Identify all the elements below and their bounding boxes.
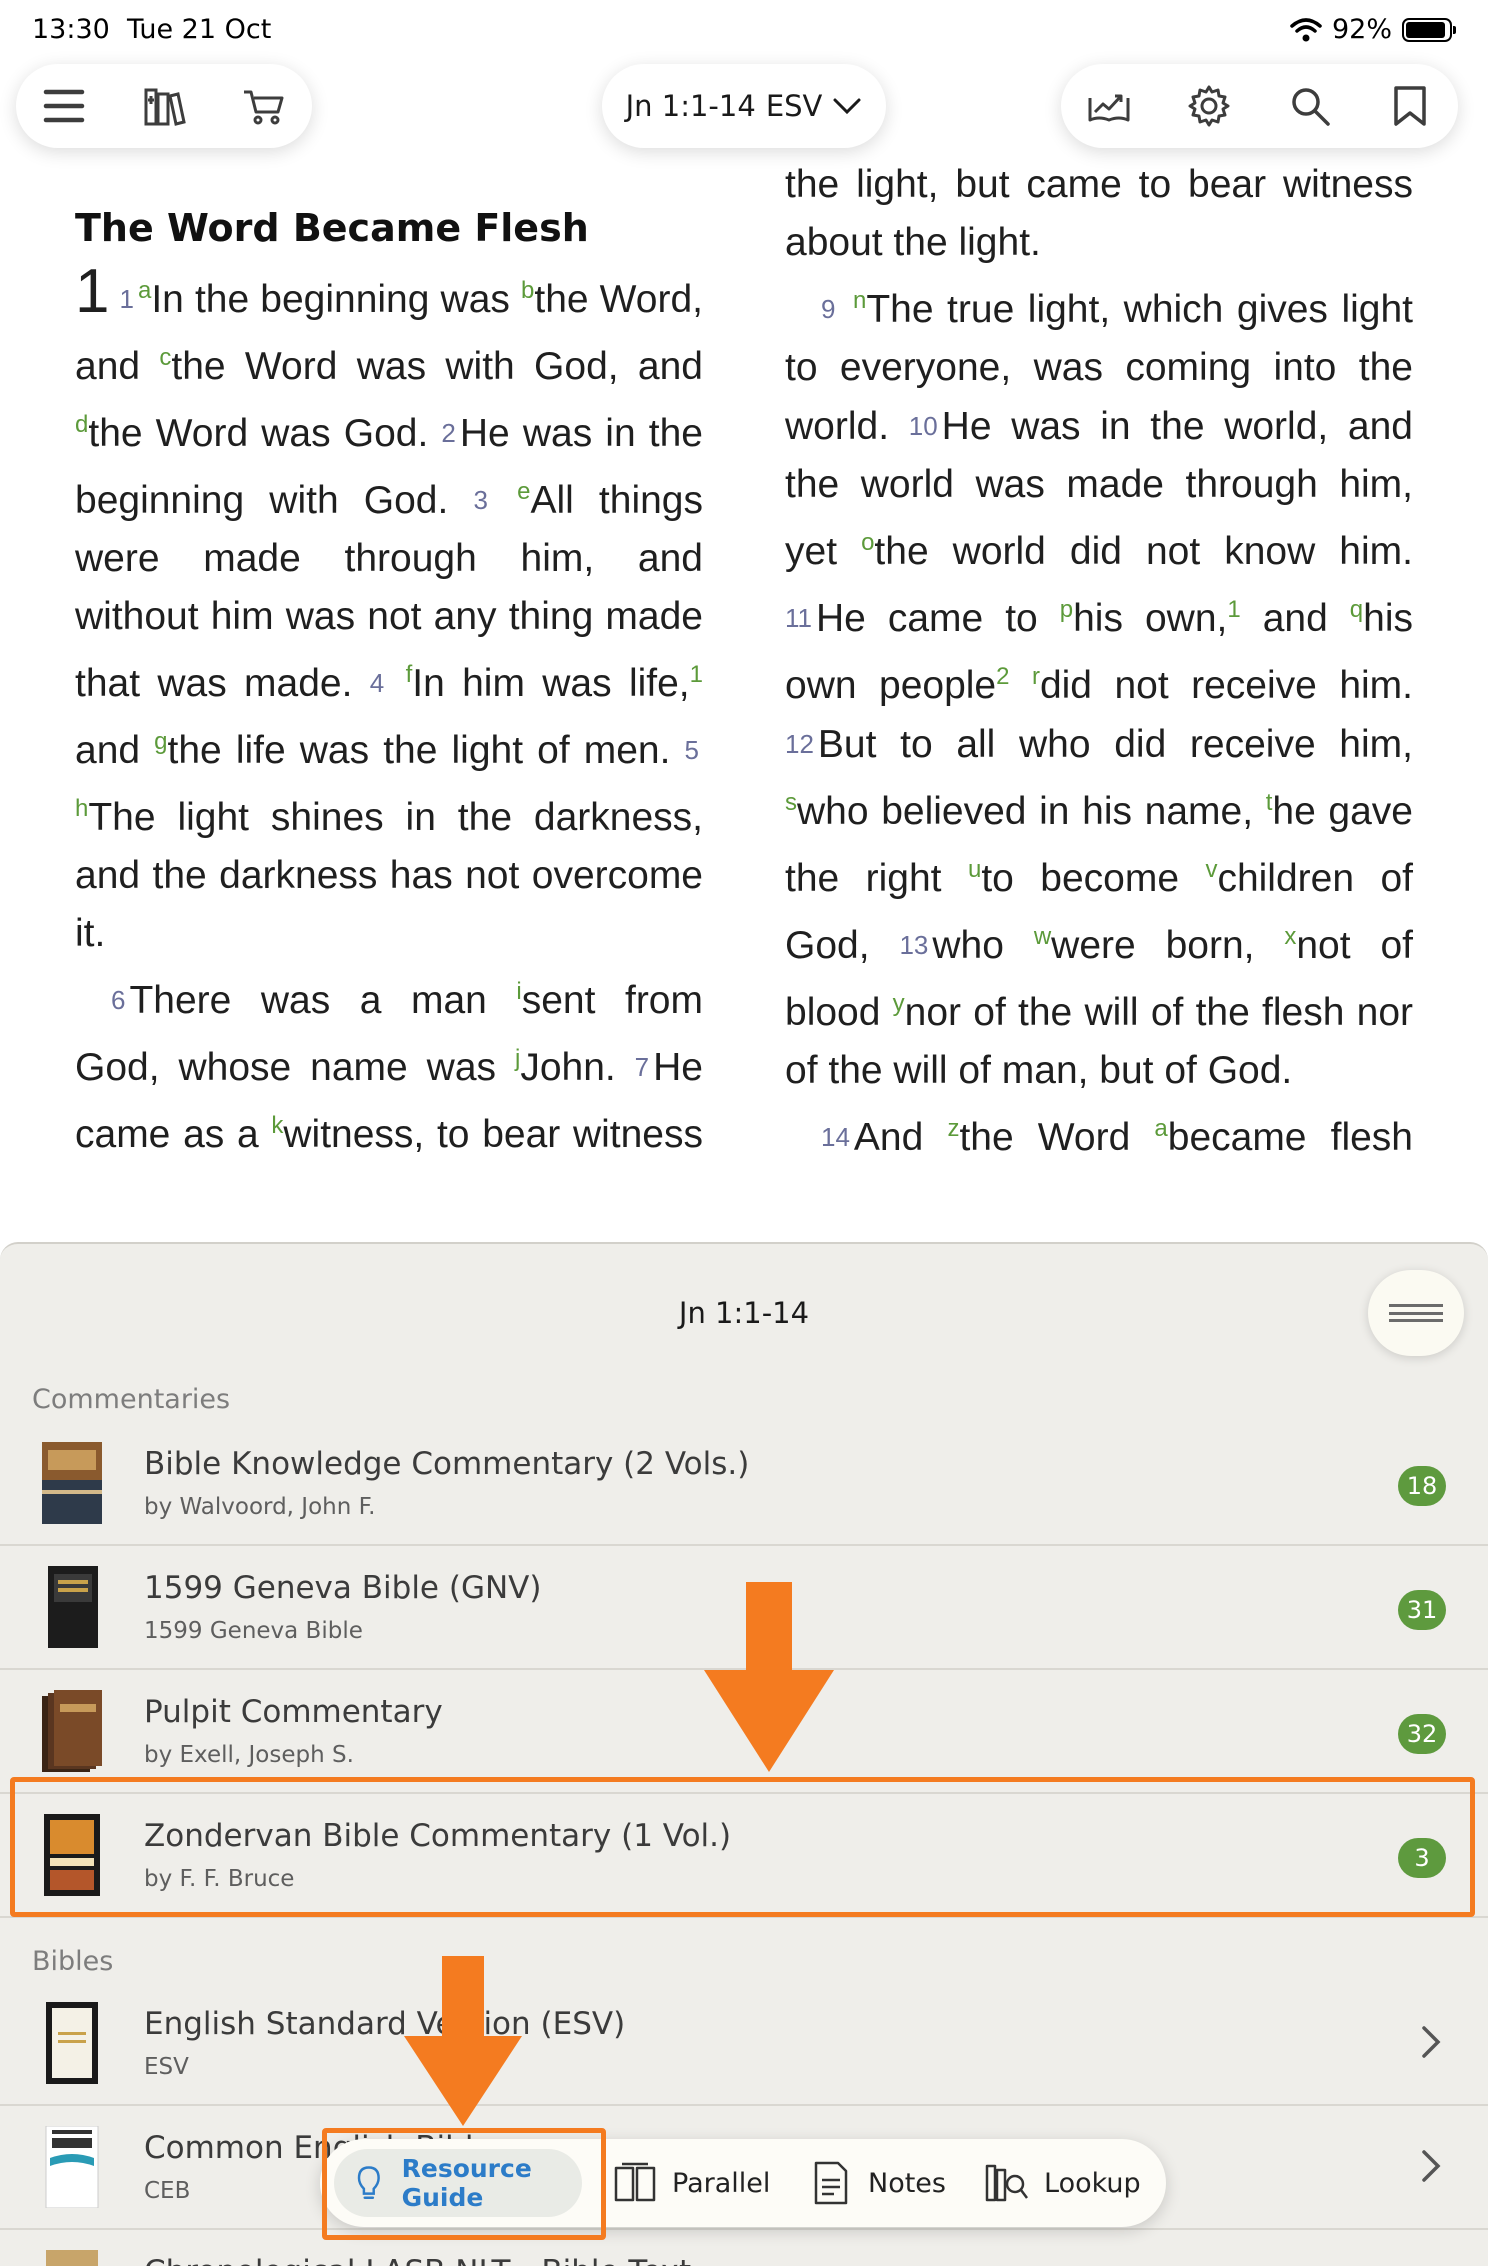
book-cover-icon — [46, 2002, 98, 2084]
book-cover-icon — [42, 1690, 102, 1772]
tab-notes[interactable]: Notes — [808, 2139, 946, 2227]
highlight-box-tab — [322, 2128, 606, 2240]
reference-label: Jn 1:1-14 — [625, 89, 756, 123]
chapter-number: 1 — [75, 257, 110, 326]
book-cover-icon — [42, 1442, 102, 1524]
panel-title: Jn 1:1-14 — [678, 1296, 810, 1330]
notes-icon — [814, 2161, 848, 2205]
version-label: ESV — [765, 89, 823, 123]
count-badge: 31 — [1398, 1590, 1446, 1630]
list-item[interactable]: Bible Knowledge Commentary (2 Vols.) by … — [0, 1422, 1488, 1546]
menu-icon[interactable] — [40, 82, 88, 130]
toolbar-left — [16, 64, 312, 148]
battery-percent: 92% — [1331, 14, 1392, 45]
section-heading: The Word Became Flesh — [75, 206, 589, 250]
tab-lookup[interactable]: Lookup — [984, 2139, 1141, 2227]
drag-handle-icon — [1389, 1304, 1443, 1322]
section-label-bibles: Bibles — [32, 1946, 114, 1977]
parallel-books-icon — [614, 2162, 656, 2202]
reference-selector[interactable]: Jn 1:1-14 ESV — [602, 64, 886, 148]
search-icon[interactable] — [1286, 82, 1334, 130]
reading-plan-icon[interactable] — [1085, 82, 1133, 130]
passage-column-right: the light, but came to bear witness abou… — [785, 163, 1414, 1226]
tab-parallel[interactable]: Parallel — [612, 2139, 770, 2227]
wifi-icon — [1290, 17, 1322, 41]
count-badge: 32 — [1398, 1714, 1446, 1754]
count-badge: 18 — [1398, 1466, 1446, 1506]
arrow-down-icon — [704, 1582, 834, 1772]
passage-column-left: 1 1 aIn the beginning was bthe Word, and c… — [75, 257, 704, 1291]
panel-menu-button[interactable] — [1368, 1270, 1464, 1356]
book-cover-icon — [48, 1566, 98, 1648]
library-icon[interactable] — [140, 82, 188, 130]
section-label-commentaries: Commentaries — [32, 1384, 231, 1415]
book-cover-icon — [45, 2126, 99, 2208]
chevron-down-icon — [833, 98, 861, 115]
status-time: 13:30 Tue 21 Oct — [32, 14, 272, 45]
bookmark-icon[interactable] — [1386, 82, 1434, 130]
cart-icon[interactable] — [240, 82, 288, 130]
list-item[interactable]: Chronological LASB NLT - Bible Text — [0, 2230, 1488, 2266]
toolbar-right — [1061, 64, 1458, 148]
highlight-box-row — [10, 1777, 1475, 1917]
lookup-icon — [985, 2164, 1028, 2202]
text-mask — [0, 1178, 1488, 1238]
chevron-right-icon — [1422, 2150, 1441, 2182]
chevron-right-icon — [1422, 2026, 1441, 2058]
settings-gear-icon[interactable] — [1185, 82, 1233, 130]
list-item[interactable]: English Standard Version (ESV) ESV — [0, 1982, 1488, 2106]
battery-icon — [1402, 17, 1456, 42]
status-indicators: 92% — [1290, 14, 1456, 45]
arrow-down-icon — [404, 1956, 522, 2126]
book-cover-icon — [46, 2250, 98, 2266]
